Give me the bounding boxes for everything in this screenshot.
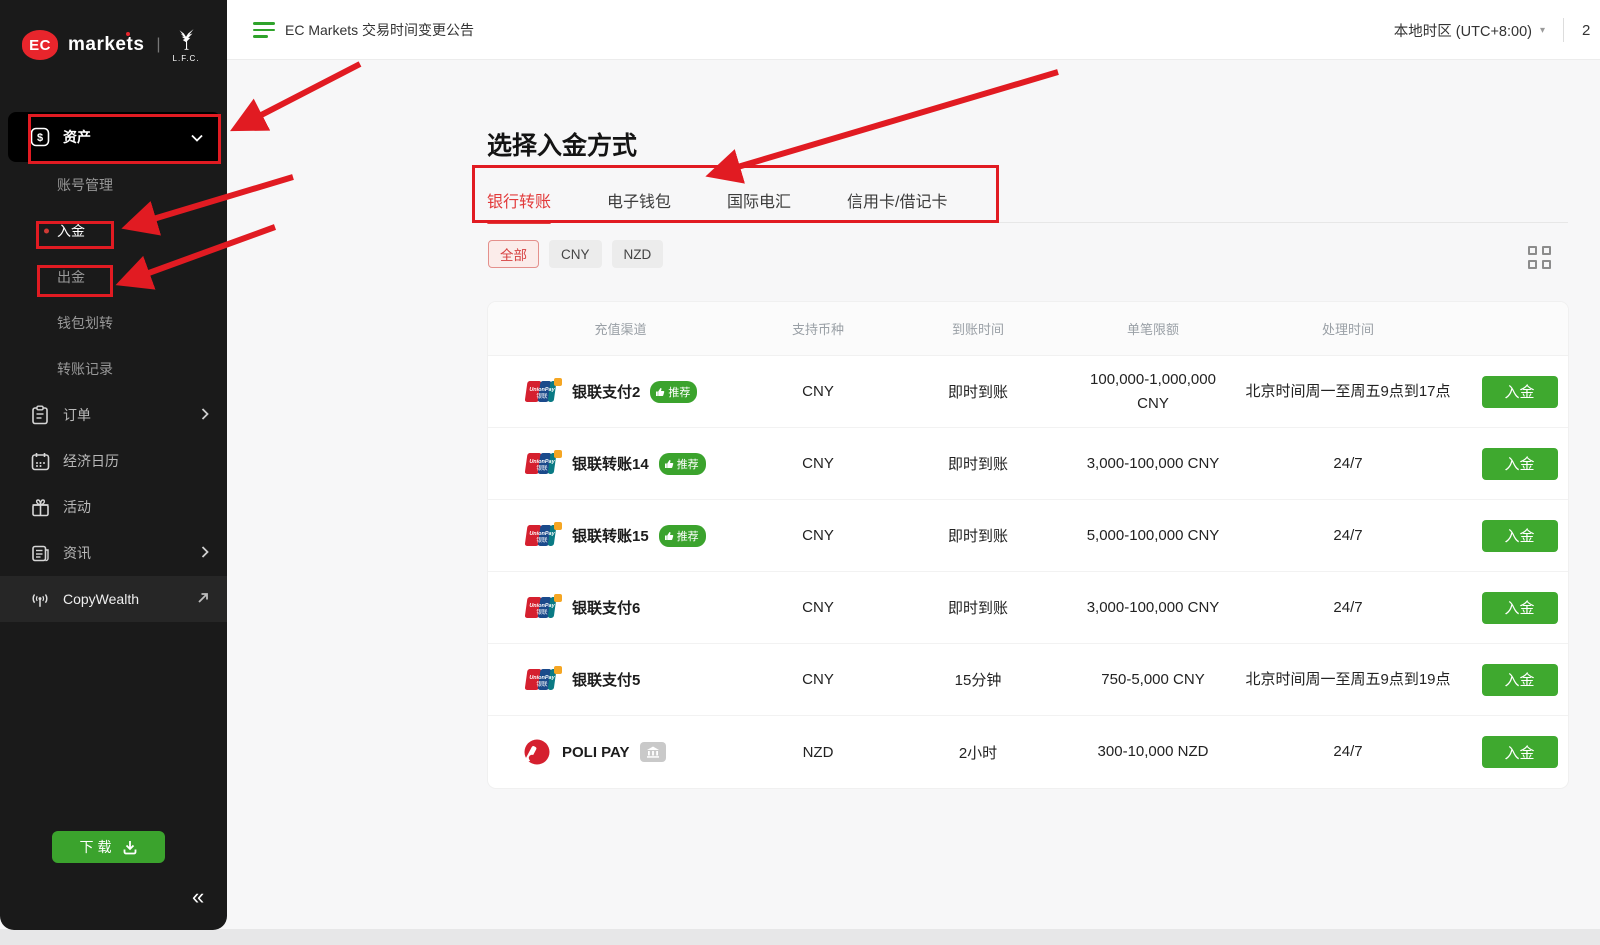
download-icon <box>122 839 138 855</box>
sidebar-item-activities[interactable]: 活动 <box>0 484 227 530</box>
caret-down-icon: ▾ <box>1540 25 1545 36</box>
deposit-button[interactable]: 入金 <box>1482 448 1558 480</box>
logo-separator: | <box>156 36 160 54</box>
chevron-right-icon <box>201 407 209 423</box>
table-row: UnionPay银联 银联支付2 推荐 CNY 即时到账 100,000-1,0… <box>488 356 1568 428</box>
gift-icon <box>30 497 50 517</box>
svg-text:UnionPay: UnionPay <box>529 603 555 609</box>
tab-card[interactable]: 信用卡/借记卡 <box>847 170 947 222</box>
sidebar-item-withdraw[interactable]: 出金 <box>0 254 227 300</box>
currency-filters: 全部 CNY NZD <box>488 240 663 268</box>
col-header-currency: 支持币种 <box>753 319 883 338</box>
table-row: UnionPay银联 银联转账14 推荐 CNY 即时到账 3,000-100,… <box>488 428 1568 500</box>
chevron-right-icon <box>201 545 209 561</box>
external-link-icon <box>197 591 209 607</box>
tab-ewallet[interactable]: 电子钱包 <box>607 170 671 222</box>
sidebar-item-assets[interactable]: $ 资产 <box>8 112 221 162</box>
clipboard-icon <box>30 405 50 425</box>
svg-text:银联: 银联 <box>536 608 548 616</box>
unionpay-icon: UnionPay银联 <box>522 450 562 477</box>
svg-text:银联: 银联 <box>536 464 548 472</box>
page-bottom-edge <box>0 929 1600 945</box>
col-header-arrival: 到账时间 <box>883 319 1073 338</box>
topbar: EC Markets 交易时间变更公告 本地时区 (UTC+8:00) ▾ 2 <box>227 0 1600 60</box>
news-icon <box>30 543 50 563</box>
tab-bank-transfer[interactable]: 银行转账 <box>487 170 551 222</box>
filter-all[interactable]: 全部 <box>488 240 539 268</box>
sidebar: EC markets | L.F.C. $ 资产 账号管理 入金 出金 钱包划转… <box>0 0 227 930</box>
sidebar-item-deposit[interactable]: 入金 <box>0 208 227 254</box>
brand-logo: EC markets | L.F.C. <box>0 0 227 70</box>
svg-text:银联: 银联 <box>536 536 548 544</box>
deposit-button[interactable]: 入金 <box>1482 376 1558 408</box>
chevron-down-icon <box>191 129 203 145</box>
table-row: UnionPay银联 银联转账15 推荐 CNY 即时到账 5,000-100,… <box>488 500 1568 572</box>
svg-text:UnionPay: UnionPay <box>529 387 555 393</box>
unionpay-icon: UnionPay银联 <box>522 378 562 405</box>
grid-view-icon[interactable] <box>1528 246 1551 269</box>
main-content: 选择入金方式 银行转账 电子钱包 国际电汇 信用卡/借记卡 全部 CNY NZD… <box>227 60 1600 929</box>
ec-logo-badge: EC <box>22 30 58 60</box>
unionpay-icon: UnionPay银联 <box>522 522 562 549</box>
dollar-icon: $ <box>30 127 50 147</box>
thumb-up-icon <box>664 459 674 469</box>
bank-icon <box>646 746 660 758</box>
bank-badge <box>640 742 666 762</box>
filter-nzd[interactable]: NZD <box>612 240 664 268</box>
table-row: POLI PAY NZD 2小时 300-10,000 NZD 24/7 入金 <box>488 716 1568 788</box>
sidebar-item-transfer-records[interactable]: 转账记录 <box>0 346 227 392</box>
table-row: UnionPay银联 银联支付6 CNY 即时到账 3,000-100,000 … <box>488 572 1568 644</box>
unionpay-icon: UnionPay银联 <box>522 666 562 693</box>
thumb-up-icon <box>655 387 665 397</box>
sidebar-item-orders[interactable]: 订单 <box>0 392 227 438</box>
active-dot <box>44 229 49 234</box>
deposit-channels-table: 充值渠道 支持币种 到账时间 单笔限额 处理时间 UnionPay银联 银联支付… <box>488 302 1568 788</box>
recommended-badge: 推荐 <box>659 453 706 475</box>
announcement-text: EC Markets 交易时间变更公告 <box>285 20 474 40</box>
calendar-icon <box>30 451 50 471</box>
announcement-bar[interactable]: EC Markets 交易时间变更公告 <box>253 0 474 60</box>
deposit-method-tabs: 银行转账 电子钱包 国际电汇 信用卡/借记卡 <box>487 170 1568 223</box>
col-header-limit: 单笔限额 <box>1073 319 1233 338</box>
deposit-button[interactable]: 入金 <box>1482 736 1558 768</box>
col-header-channel: 充值渠道 <box>488 319 753 338</box>
deposit-button[interactable]: 入金 <box>1482 664 1558 696</box>
sidebar-collapse-button[interactable]: « <box>192 884 204 910</box>
deposit-button[interactable]: 入金 <box>1482 592 1558 624</box>
svg-text:$: $ <box>37 132 43 144</box>
sidebar-item-copywealth[interactable]: CopyWealth <box>0 576 227 622</box>
liverbird-icon <box>173 27 199 53</box>
broadcast-icon <box>30 589 50 609</box>
sidebar-item-wallet-transfer[interactable]: 钱包划转 <box>0 300 227 346</box>
col-header-hours: 处理时间 <box>1233 319 1463 338</box>
svg-text:银联: 银联 <box>536 392 548 400</box>
download-button[interactable]: 下载 <box>52 831 165 863</box>
divider <box>1563 18 1564 42</box>
svg-text:UnionPay: UnionPay <box>529 675 555 681</box>
sidebar-item-label: 资产 <box>63 127 191 147</box>
svg-text:UnionPay: UnionPay <box>529 459 555 465</box>
table-header-row: 充值渠道 支持币种 到账时间 单笔限额 处理时间 <box>488 302 1568 356</box>
filter-cny[interactable]: CNY <box>549 240 602 268</box>
unionpay-icon: UnionPay银联 <box>522 594 562 621</box>
table-row: UnionPay银联 银联支付5 CNY 15分钟 750-5,000 CNY … <box>488 644 1568 716</box>
ec-logo-word: markets <box>68 34 144 56</box>
poli-pay-icon <box>522 737 552 767</box>
sidebar-item-account-mgmt[interactable]: 账号管理 <box>0 162 227 208</box>
page-title: 选择入金方式 <box>487 126 637 162</box>
recommended-badge: 推荐 <box>650 381 697 403</box>
recommended-badge: 推荐 <box>659 525 706 547</box>
clock-text: 2 <box>1582 22 1592 39</box>
sidebar-item-news[interactable]: 资讯 <box>0 530 227 576</box>
tab-intl-wire[interactable]: 国际电汇 <box>727 170 791 222</box>
svg-text:UnionPay: UnionPay <box>529 531 555 537</box>
sidebar-item-economic-calendar[interactable]: 经济日历 <box>0 438 227 484</box>
announcement-list-icon <box>253 22 275 38</box>
thumb-up-icon <box>664 531 674 541</box>
svg-text:银联: 银联 <box>536 680 548 688</box>
lfc-logo: L.F.C. <box>173 27 200 63</box>
timezone-selector[interactable]: 本地时区 (UTC+8:00) <box>1394 20 1532 41</box>
deposit-button[interactable]: 入金 <box>1482 520 1558 552</box>
